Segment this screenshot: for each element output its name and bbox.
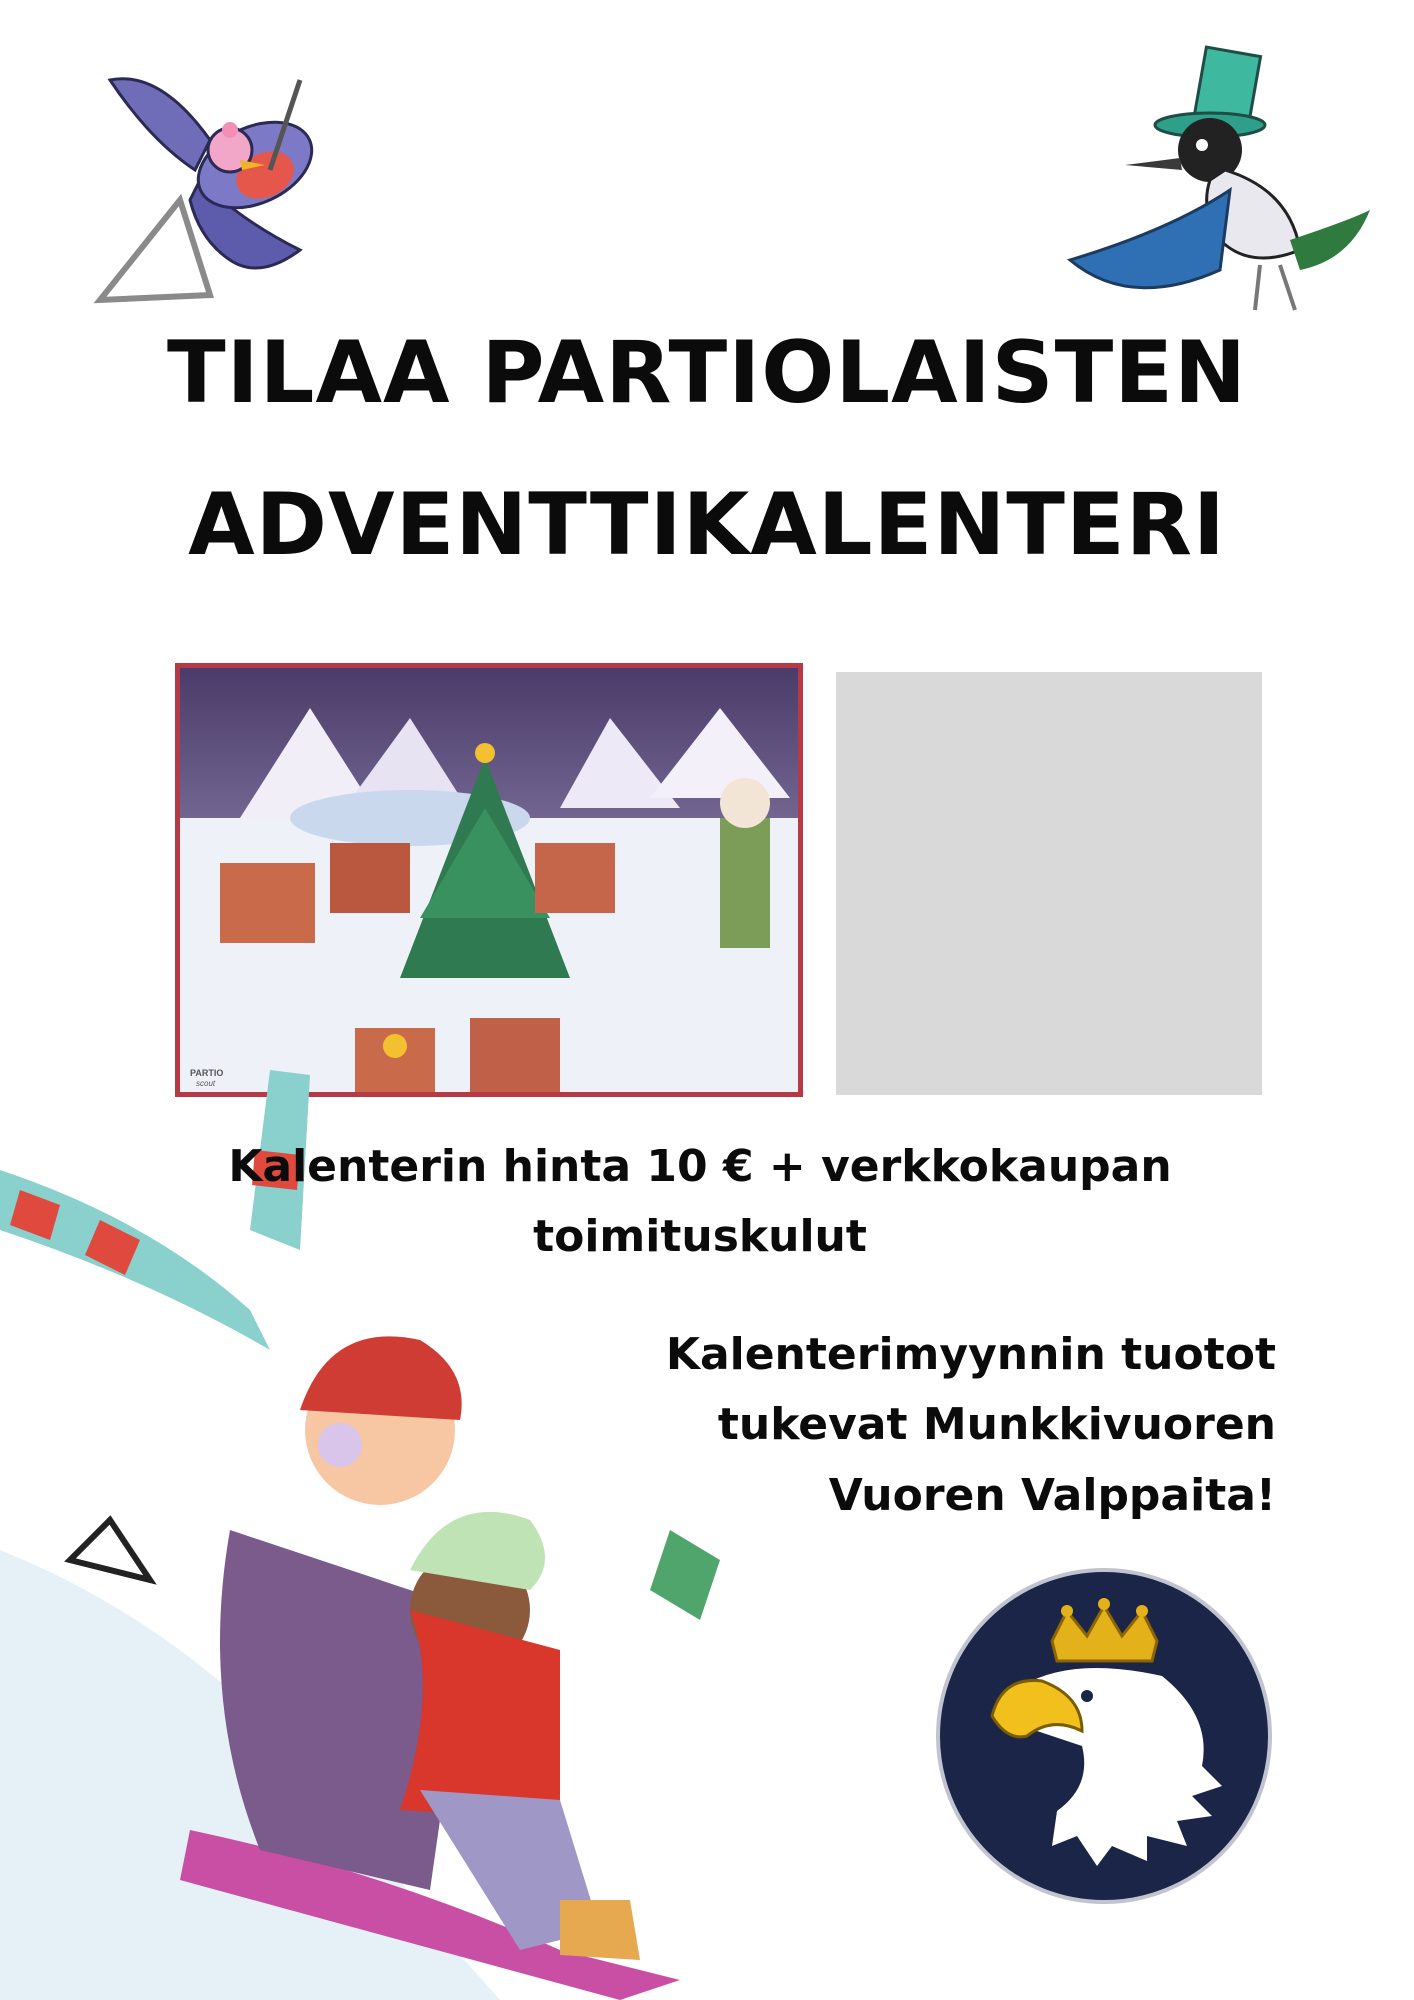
magpie-hat-icon [1066,45,1370,311]
page-title-line1: TILAA PARTIOLAISTEN [166,323,1248,423]
placeholder-image-box [836,672,1262,1095]
eagle-crown-logo [936,1568,1272,1904]
bird-triangle-icon [93,77,314,304]
price-line2: toimituskulut [533,1211,867,1263]
proceeds-line2: tukevat Munkkivuoren [717,1399,1276,1451]
proceeds-info: Kalenterimyynnin tuotot tukevat Munkkivu… [560,1320,1276,1531]
page-title-line2: ADVENTTIKALENTERI [188,475,1226,575]
price-line1: Kalenterin hinta 10 € + verkkokaupan [228,1141,1172,1192]
proceeds-line3: Vuoren Valppaita! [828,1469,1276,1521]
proceeds-line1: Kalenterimyynnin tuotot [665,1329,1276,1380]
calendar-image: PARTIO scout [175,663,803,1097]
price-info: Kalenterin hinta 10 € + verkkokaupan toi… [200,1132,1200,1273]
